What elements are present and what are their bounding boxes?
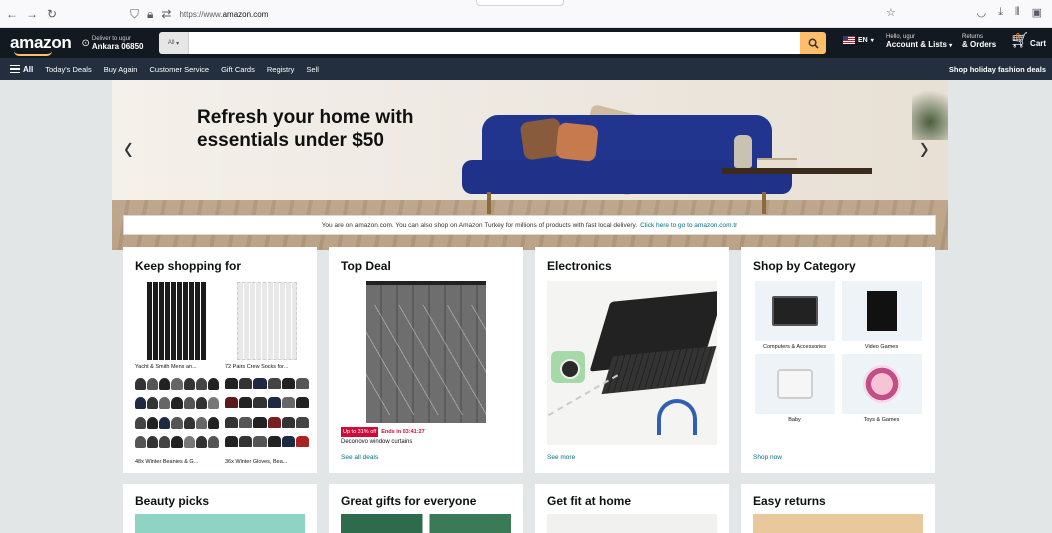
card-title: Keep shopping for <box>135 259 241 273</box>
beanies-image <box>135 378 219 454</box>
url-text[interactable]: https://www.amazon.com <box>179 10 268 19</box>
deal-percent-badge: Up to 31% off <box>341 427 379 437</box>
keep-item[interactable]: Yacht & Smith Mens an... <box>135 281 219 370</box>
keep-item[interactable]: 48x Winter Beanies & G... <box>135 376 219 465</box>
shop-now-link[interactable]: Shop now <box>753 454 782 461</box>
category-toys[interactable]: Toys & Games <box>840 354 923 423</box>
card-title: Electronics <box>547 259 612 273</box>
search-bar: All ▾ <box>159 32 826 54</box>
card-title: Shop by Category <box>753 259 856 273</box>
address-bar[interactable]: ⛉ 🔒︎ ⇄ https://www.amazon.com <box>130 5 900 23</box>
card-title: Top Deal <box>341 259 391 273</box>
gloves-image <box>225 378 309 454</box>
laptop-image <box>771 296 818 326</box>
card-keep-shopping: Keep shopping for Yacht & Smith Mens an.… <box>123 247 317 473</box>
reload-icon[interactable]: ↻ <box>44 6 60 22</box>
plant-image <box>912 80 948 140</box>
keep-item[interactable]: 72 Pairs Crew Socks for... <box>225 281 309 370</box>
electronics-image[interactable] <box>547 281 717 445</box>
us-flag-icon <box>843 36 855 44</box>
card-electronics: Electronics See more <box>535 247 729 473</box>
card-top-deal: Top Deal Up to 31% off Ends in 03:41:27 … <box>329 247 523 473</box>
nav-todays-deals[interactable]: Today's Deals <box>45 65 91 74</box>
returns-orders[interactable]: Returns & Orders <box>962 33 996 49</box>
notice-link[interactable]: Click here to go to amazon.com.tr <box>640 222 737 229</box>
search-input[interactable] <box>189 32 800 54</box>
beauty-image[interactable] <box>135 514 305 533</box>
cart-button[interactable]: 🛒︎ 0 Cart <box>1010 32 1046 49</box>
nav-registry[interactable]: Registry <box>267 65 295 74</box>
curtain-image <box>366 281 486 423</box>
notice-text: You are on amazon.com. You can also shop… <box>321 221 638 229</box>
category-baby[interactable]: Baby <box>753 354 836 423</box>
sub-navigation: All Today's Deals Buy Again Customer Ser… <box>0 58 1052 80</box>
card-great-gifts: Great gifts for everyone <box>329 484 523 533</box>
card-easy-returns: Easy returns <box>741 484 935 533</box>
card-beauty-picks: Beauty picks <box>123 484 317 533</box>
deal-image-link[interactable] <box>341 281 511 423</box>
nav-holiday-fashion[interactable]: Shop holiday fashion deals <box>949 65 1046 74</box>
library-icon[interactable]: ⫴ <box>1015 6 1020 19</box>
baby-monitor-image <box>776 369 813 399</box>
language-selector[interactable]: EN ▾ <box>843 36 874 44</box>
see-all-deals-link[interactable]: See all deals <box>341 454 378 461</box>
amazon-logo[interactable]: amazon <box>10 33 72 56</box>
deal-countdown: Ends in 03:41:27 <box>381 429 425 435</box>
nav-buy-again[interactable]: Buy Again <box>104 65 138 74</box>
card-shop-by-category: Shop by Category Computers & Accessories… <box>741 247 935 473</box>
deliver-location: Ankara 06850 <box>91 42 144 51</box>
category-computers[interactable]: Computers & Accessories <box>753 281 836 350</box>
download-icon[interactable]: ⤓ <box>998 6 1003 19</box>
location-pin-icon: ⊙ <box>81 37 90 49</box>
shield-icon[interactable]: ⛉ <box>130 7 139 22</box>
category-video-games[interactable]: Video Games <box>840 281 923 350</box>
deal-product-name[interactable]: Deconovo window curtains <box>341 439 511 445</box>
fitness-image[interactable] <box>547 514 717 533</box>
nav-gift-cards[interactable]: Gift Cards <box>221 65 255 74</box>
browser-toolbar: ← → ↻ ⛉ 🔒︎ ⇄ https://www.amazon.com ☆ ◡ … <box>0 0 1052 28</box>
nav-sell[interactable]: Sell <box>306 65 319 74</box>
gifts-image[interactable] <box>341 514 511 533</box>
cart-count: 0 <box>1016 33 1020 40</box>
deliver-to[interactable]: ⊙ Deliver to ugur Ankara 06850 <box>82 35 144 51</box>
hero-title: Refresh your home with essentials under … <box>197 107 414 151</box>
socks-image <box>237 282 297 360</box>
hero-next-icon[interactable]: › <box>920 126 929 169</box>
socks-image <box>147 282 207 360</box>
toy-ball-image <box>862 365 901 403</box>
all-menu-button[interactable]: All <box>10 65 33 74</box>
returns-image[interactable] <box>753 514 923 533</box>
nav-customer-service[interactable]: Customer Service <box>149 65 209 74</box>
search-icon <box>808 38 819 49</box>
locale-notice: You are on amazon.com. You can also shop… <box>123 215 936 235</box>
site-header: amazon ⊙ Deliver to ugur Ankara 06850 Al… <box>0 28 1052 58</box>
cart-icon: 🛒︎ 0 <box>1010 32 1030 49</box>
keep-item[interactable]: 36x Winter Gloves, Bea... <box>225 376 309 465</box>
search-category-select[interactable]: All ▾ <box>159 32 189 54</box>
account-lists[interactable]: Hello, ugur Account & Lists ▾ <box>886 33 952 50</box>
search-button[interactable] <box>800 32 826 54</box>
pocket-icon[interactable]: ◡ <box>976 6 986 19</box>
back-icon[interactable]: ← <box>4 6 20 22</box>
hamburger-menu-icon <box>10 65 20 73</box>
card-get-fit: Get fit at home <box>535 484 729 533</box>
bookmark-star-icon[interactable]: ☆ <box>886 6 896 19</box>
permissions-icon[interactable]: ⇄ <box>161 7 171 21</box>
see-more-link[interactable]: See more <box>547 454 575 461</box>
extension-icon[interactable]: ▣ <box>1032 6 1042 19</box>
hero-prev-icon[interactable]: ‹ <box>124 126 133 169</box>
lock-icon[interactable]: 🔒︎ <box>147 7 153 22</box>
forward-icon[interactable]: → <box>24 6 40 22</box>
console-image <box>866 291 897 331</box>
